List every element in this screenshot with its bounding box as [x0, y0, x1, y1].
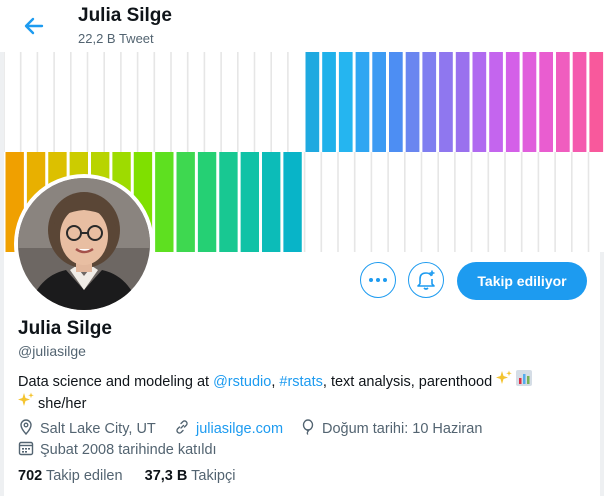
- followers-label: Takipçi: [191, 468, 236, 484]
- profile-website: juliasilge.com: [174, 419, 283, 439]
- bio-link-rstats[interactable]: #rstats: [279, 374, 323, 390]
- avatar-photo: [18, 178, 150, 310]
- banner-stripe: [39, 52, 53, 152]
- banner-stripe: [122, 52, 136, 152]
- location-text: Salt Lake City, UT: [40, 421, 156, 437]
- banner-stripe: [556, 52, 570, 152]
- banner-stripe: [89, 52, 103, 152]
- banner-stripe: [22, 52, 36, 152]
- banner-stripe: [173, 52, 186, 152]
- following-label: Takip edilen: [45, 468, 123, 484]
- profile-joined: Şubat 2008 tarihinde katıldı: [18, 440, 217, 460]
- banner-stripe: [472, 52, 487, 152]
- bar-chart-icon: [516, 370, 533, 392]
- banner-stripe: [6, 52, 19, 152]
- banner-stripe: [240, 152, 260, 252]
- sparkles-icon: [18, 392, 34, 414]
- joined-text: Şubat 2008 tarihinde katıldı: [40, 442, 217, 458]
- display-name: Julia Silge: [18, 318, 112, 339]
- back-button[interactable]: [20, 12, 48, 40]
- website-link[interactable]: juliasilge.com: [196, 421, 283, 437]
- more-icon: [369, 278, 387, 282]
- banner-stripe: [197, 152, 217, 252]
- follow-stats: 702 Takip edilen 37,3 B Takipçi: [18, 468, 235, 484]
- birthday-text: Doğum tarihi: 10 Haziran: [322, 421, 483, 437]
- banner-stripe: [256, 52, 270, 152]
- banner-stripe: [372, 52, 386, 152]
- following-count: 702: [18, 468, 43, 484]
- notifications-button[interactable]: [408, 262, 444, 298]
- banner-stripe: [572, 52, 587, 152]
- bio-link-rstudio[interactable]: @rstudio: [213, 374, 271, 390]
- banner-stripe: [539, 52, 553, 152]
- location-pin-icon: [18, 419, 34, 439]
- banner-stripe: [273, 52, 286, 152]
- following-button[interactable]: Takip ediliyor: [457, 262, 587, 300]
- header-title: Julia Silge: [78, 5, 172, 26]
- followers-count: 37,3 B: [144, 468, 188, 484]
- banner-stripe: [139, 52, 153, 152]
- following-stat[interactable]: 702 Takip edilen: [18, 468, 123, 484]
- banner-stripe: [305, 52, 320, 152]
- link-icon: [174, 419, 190, 439]
- banner-stripe: [439, 52, 453, 152]
- banner-stripe: [589, 52, 604, 152]
- banner-stripe: [72, 52, 86, 152]
- banner-stripe: [106, 52, 119, 152]
- bell-plus-icon: [417, 270, 435, 290]
- banner-stripe: [422, 52, 437, 152]
- banner-stripe: [189, 52, 203, 152]
- avatar[interactable]: [14, 174, 154, 314]
- arrow-left-icon: [24, 17, 44, 35]
- banner-stripe: [206, 52, 220, 152]
- more-options-button[interactable]: [360, 262, 396, 298]
- banner-stripe: [389, 52, 403, 152]
- profile-bio: Data science and modeling at @rstudio, #…: [18, 370, 588, 414]
- calendar-icon: [18, 440, 34, 460]
- banner-stripe: [522, 52, 537, 152]
- banner-stripe: [155, 152, 174, 252]
- profile-birthday: Doğum tarihi: 10 Haziran: [300, 419, 482, 439]
- banner-stripe: [223, 52, 236, 152]
- banner-stripe: [176, 152, 195, 252]
- banner-stripe: [56, 52, 69, 152]
- bio-text: she/her: [34, 396, 87, 412]
- banner-stripe: [262, 152, 281, 252]
- banner-stripe: [283, 152, 302, 252]
- banner-stripe: [489, 52, 503, 152]
- tweet-count: 22,2 B Tweet: [78, 31, 154, 46]
- sparkles-icon: [496, 370, 513, 392]
- followers-stat[interactable]: 37,3 B Takipçi: [145, 468, 236, 484]
- banner-stripe: [322, 52, 336, 152]
- profile-header: Julia Silge 22,2 B Tweet: [0, 0, 604, 52]
- user-handle: @juliasilge: [18, 343, 86, 359]
- banner-stripe: [338, 52, 353, 152]
- banner-stripe: [156, 52, 169, 152]
- banner-stripe: [355, 52, 370, 152]
- banner-stripe: [289, 52, 303, 152]
- balloon-icon: [300, 419, 316, 439]
- banner-stripe: [239, 52, 253, 152]
- banner-stripe: [455, 52, 470, 152]
- bio-text: , text analysis, parenthood: [322, 374, 497, 390]
- bio-text: Data science and modeling at: [18, 374, 214, 390]
- banner-stripe: [405, 52, 420, 152]
- profile-location: Salt Lake City, UT: [18, 419, 156, 439]
- banner-stripe: [505, 52, 520, 152]
- banner-stripe: [219, 152, 238, 252]
